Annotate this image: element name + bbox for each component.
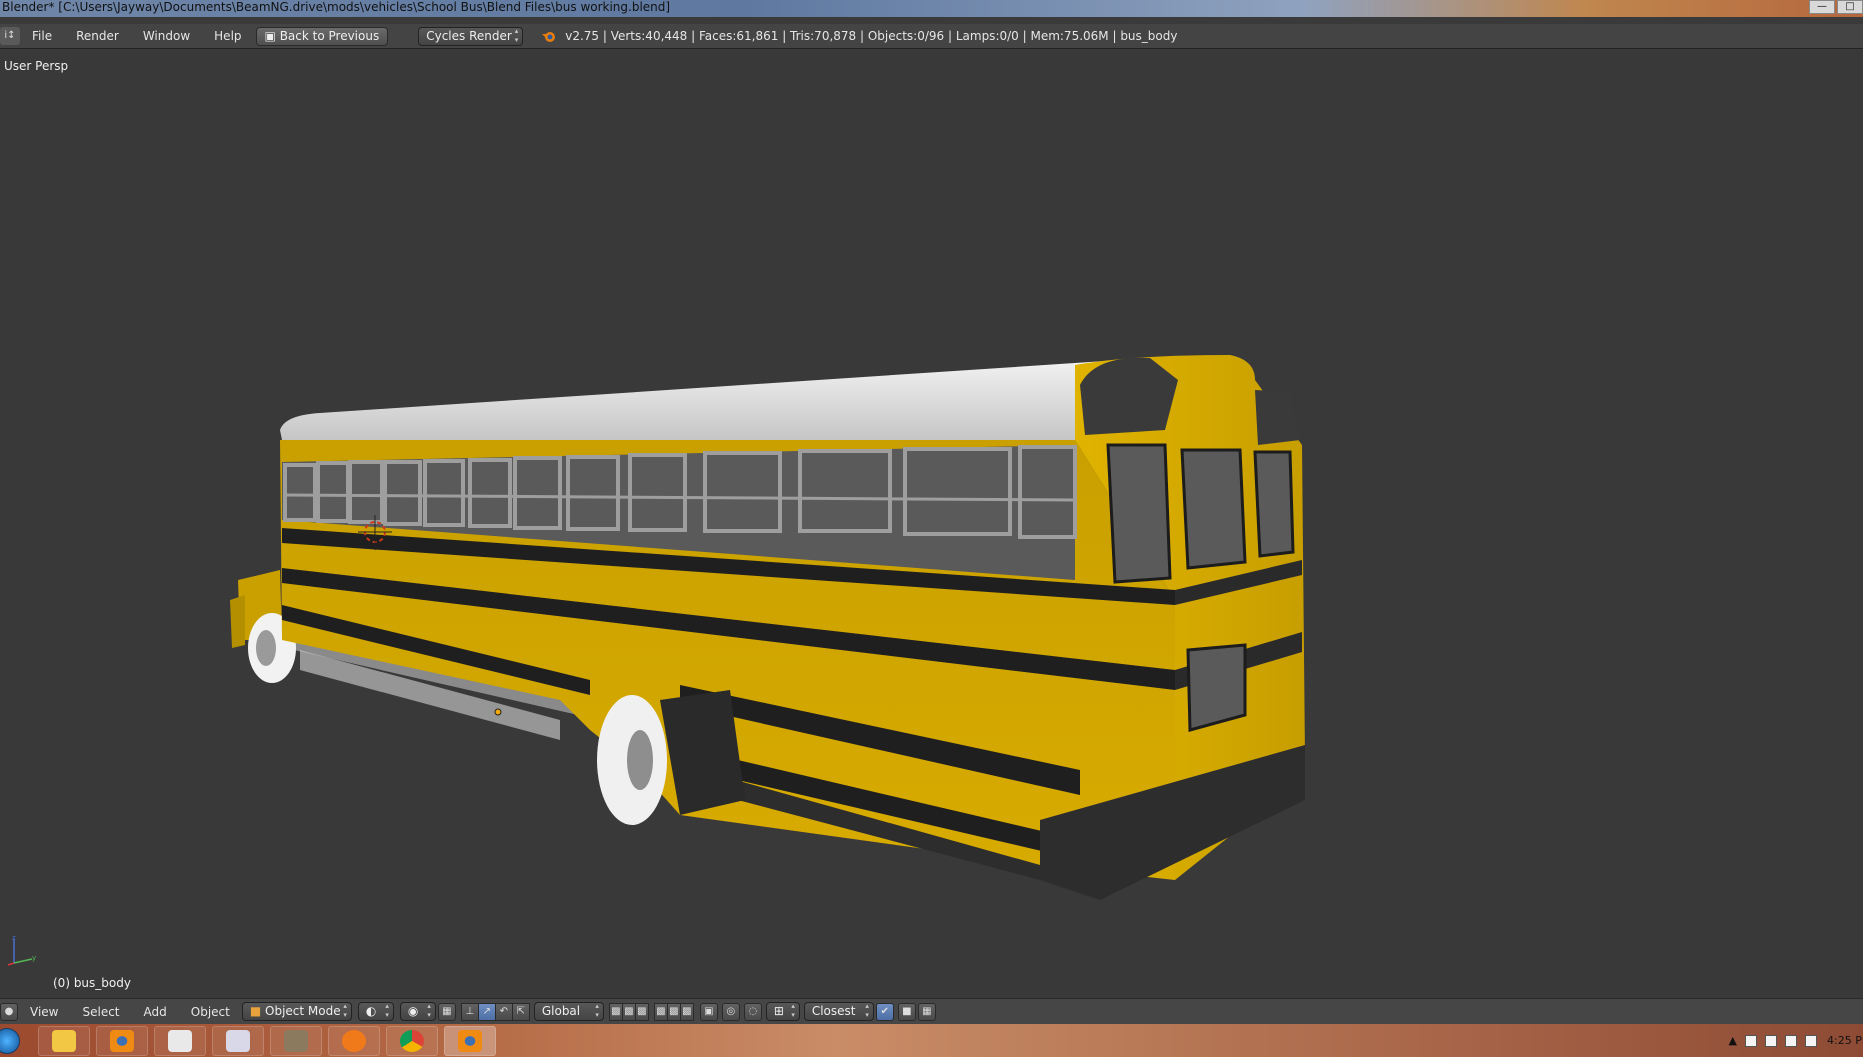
svg-text:y: y [32, 954, 36, 962]
manipulator-group: ⊥ ↗ ↶ ⇱ [460, 1002, 530, 1021]
app-icon [342, 1029, 366, 1052]
layer-icon[interactable]: ▩ [621, 1002, 636, 1021]
snap-target-select[interactable]: Closest [803, 1002, 874, 1021]
3d-viewport[interactable]: User Persp z y (0) bus_body [0, 50, 1863, 998]
menu-add[interactable]: Add [132, 1005, 179, 1019]
clock[interactable]: 4:25 PM [1827, 1034, 1863, 1047]
info-header: i↕ File Render Window Help ▣ Back to Pre… [0, 24, 1863, 49]
editor-type-info-icon[interactable]: i↕ [0, 27, 20, 45]
snap-element-select[interactable]: ⊞ [765, 1002, 800, 1021]
back-to-previous-button[interactable]: ▣ Back to Previous [255, 26, 389, 46]
viewport-shading-select[interactable]: ◐ [357, 1002, 394, 1021]
window-titlebar: Blender* [C:\Users\Jayway\Documents\Beam… [0, 0, 1863, 17]
taskbar-app-gimp[interactable] [270, 1025, 322, 1056]
interaction-mode-select[interactable]: ■ Object Mode [241, 1002, 352, 1021]
scene-statistics: v2.75 | Verts:40,448 | Faces:61,861 | Tr… [565, 29, 1178, 43]
tray-arrow-icon[interactable]: ▲ [1729, 1034, 1737, 1047]
start-button-icon[interactable] [0, 1027, 20, 1054]
taskbar-app-chrome[interactable] [386, 1025, 438, 1056]
svg-text:z: z [12, 935, 16, 942]
minimize-icon[interactable]: — [1809, 0, 1835, 14]
volume-icon[interactable] [1805, 1034, 1817, 1047]
object-mode-icon: ■ [249, 1004, 262, 1018]
layer-icon[interactable]: ▩ [679, 1002, 694, 1021]
screen-icon: ▣ [264, 28, 276, 43]
school-bus-model [230, 355, 1305, 900]
menu-view[interactable]: View [18, 1005, 70, 1019]
chrome-icon [400, 1029, 424, 1052]
shading-sphere-icon: ◐ [365, 1004, 377, 1018]
blender-logo-icon [542, 32, 556, 42]
limit-selection-icon[interactable]: ▦ [437, 1002, 456, 1021]
opengl-render-icon[interactable]: ■ [897, 1002, 916, 1021]
menu-help[interactable]: Help [202, 29, 253, 43]
snap-element-icon: ⊞ [773, 1004, 784, 1018]
editor-type-3d-icon[interactable]: ● [0, 1002, 18, 1021]
taskbar-app-tools[interactable] [212, 1025, 264, 1056]
opengl-animation-icon[interactable]: ▦ [917, 1002, 936, 1021]
network-icon[interactable] [1785, 1034, 1797, 1047]
taskbar-app-paint[interactable] [154, 1025, 206, 1056]
tools-icon [226, 1029, 250, 1052]
pivot-point-select[interactable]: ◉ [399, 1002, 436, 1021]
render-engine-select[interactable]: Cycles Render [418, 26, 524, 46]
scale-manipulator-icon[interactable]: ⇱ [511, 1002, 530, 1021]
menu-render[interactable]: Render [64, 29, 131, 43]
paint-icon [168, 1029, 192, 1052]
view-name-label: User Persp [4, 59, 69, 73]
windows-taskbar: ▲ 4:25 PM [0, 1024, 1863, 1057]
taskbar-app-origin[interactable] [328, 1025, 380, 1056]
windows-flag-icon[interactable] [1745, 1034, 1757, 1047]
action-center-icon[interactable] [1765, 1034, 1777, 1047]
menu-file[interactable]: File [20, 29, 64, 43]
active-object-label: (0) bus_body [53, 976, 131, 990]
system-tray: ▲ 4:25 PM [1729, 1024, 1863, 1057]
manipulator-toggle-icon[interactable]: ⊥ [460, 1002, 479, 1021]
blender-active-icon [458, 1029, 482, 1052]
taskbar-app-file-explorer[interactable] [38, 1025, 90, 1056]
menu-select[interactable]: Select [70, 1005, 131, 1019]
3d-view-header: ● View Select Add Object ■ Object Mode ◐… [0, 998, 1863, 1024]
render-layer-icon[interactable]: ◎ [721, 1002, 740, 1021]
menu-window[interactable]: Window [131, 29, 202, 43]
transform-orientation-select[interactable]: Global [533, 1002, 604, 1021]
layers-group-a: ▩ ▩ ▩ [608, 1002, 649, 1021]
snap-toggle-icon[interactable]: ✔ [875, 1002, 894, 1021]
proportional-edit-icon[interactable]: ◌ [743, 1002, 762, 1021]
maximize-icon[interactable]: □ [1837, 0, 1863, 14]
rotate-manipulator-icon[interactable]: ↶ [494, 1002, 513, 1021]
menu-object[interactable]: Object [179, 1005, 242, 1019]
taskbar-app-blender-active[interactable] [444, 1025, 496, 1056]
translate-manipulator-icon[interactable]: ↗ [477, 1002, 496, 1021]
layer-icon[interactable]: ▩ [666, 1002, 681, 1021]
window-controls: — □ [1807, 0, 1863, 14]
layer-icon[interactable]: ▩ [653, 1002, 668, 1021]
layer-icon[interactable]: ▩ [608, 1002, 623, 1021]
gimp-icon [284, 1029, 308, 1052]
blender-icon [110, 1029, 134, 1052]
window-title: Blender* [C:\Users\Jayway\Documents\Beam… [2, 0, 671, 14]
axis-gizmo-icon: z y [7, 935, 36, 966]
lock-layers-icon[interactable]: ▣ [699, 1002, 718, 1021]
layers-group-b: ▩ ▩ ▩ [653, 1002, 694, 1021]
layer-icon[interactable]: ▩ [634, 1002, 649, 1021]
taskbar-app-blender[interactable] [96, 1025, 148, 1056]
file-explorer-icon [52, 1029, 76, 1052]
pivot-icon: ◉ [407, 1004, 419, 1018]
